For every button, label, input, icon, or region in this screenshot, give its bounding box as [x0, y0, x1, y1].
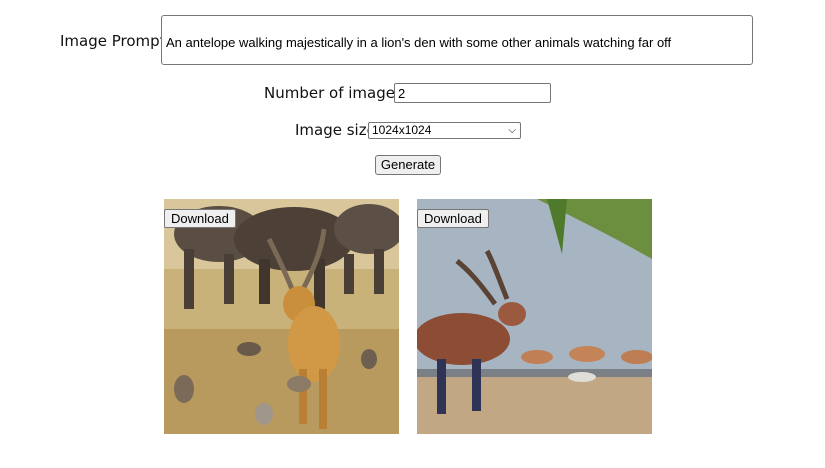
chevron-down-icon: ⌵ — [508, 125, 516, 136]
num-images-input[interactable] — [394, 83, 551, 103]
download-button-2[interactable]: Download — [417, 209, 489, 228]
prompt-label: Image Prompt: — [60, 32, 171, 50]
num-images-label: Number of images: — [264, 84, 408, 102]
result-image-2: Download — [417, 199, 652, 434]
prompt-textarea[interactable]: An antelope walking majestically in a li… — [161, 15, 753, 65]
result-image-1: Download — [164, 199, 399, 434]
antelope-savanna-image — [164, 199, 399, 434]
image-size-value: 1024x1024 — [372, 123, 432, 137]
antelope-den-image — [417, 199, 652, 434]
download-button-1[interactable]: Download — [164, 209, 236, 228]
generate-button[interactable]: Generate — [375, 155, 441, 175]
image-size-select[interactable]: 1024x1024 ⌵ — [368, 122, 521, 139]
